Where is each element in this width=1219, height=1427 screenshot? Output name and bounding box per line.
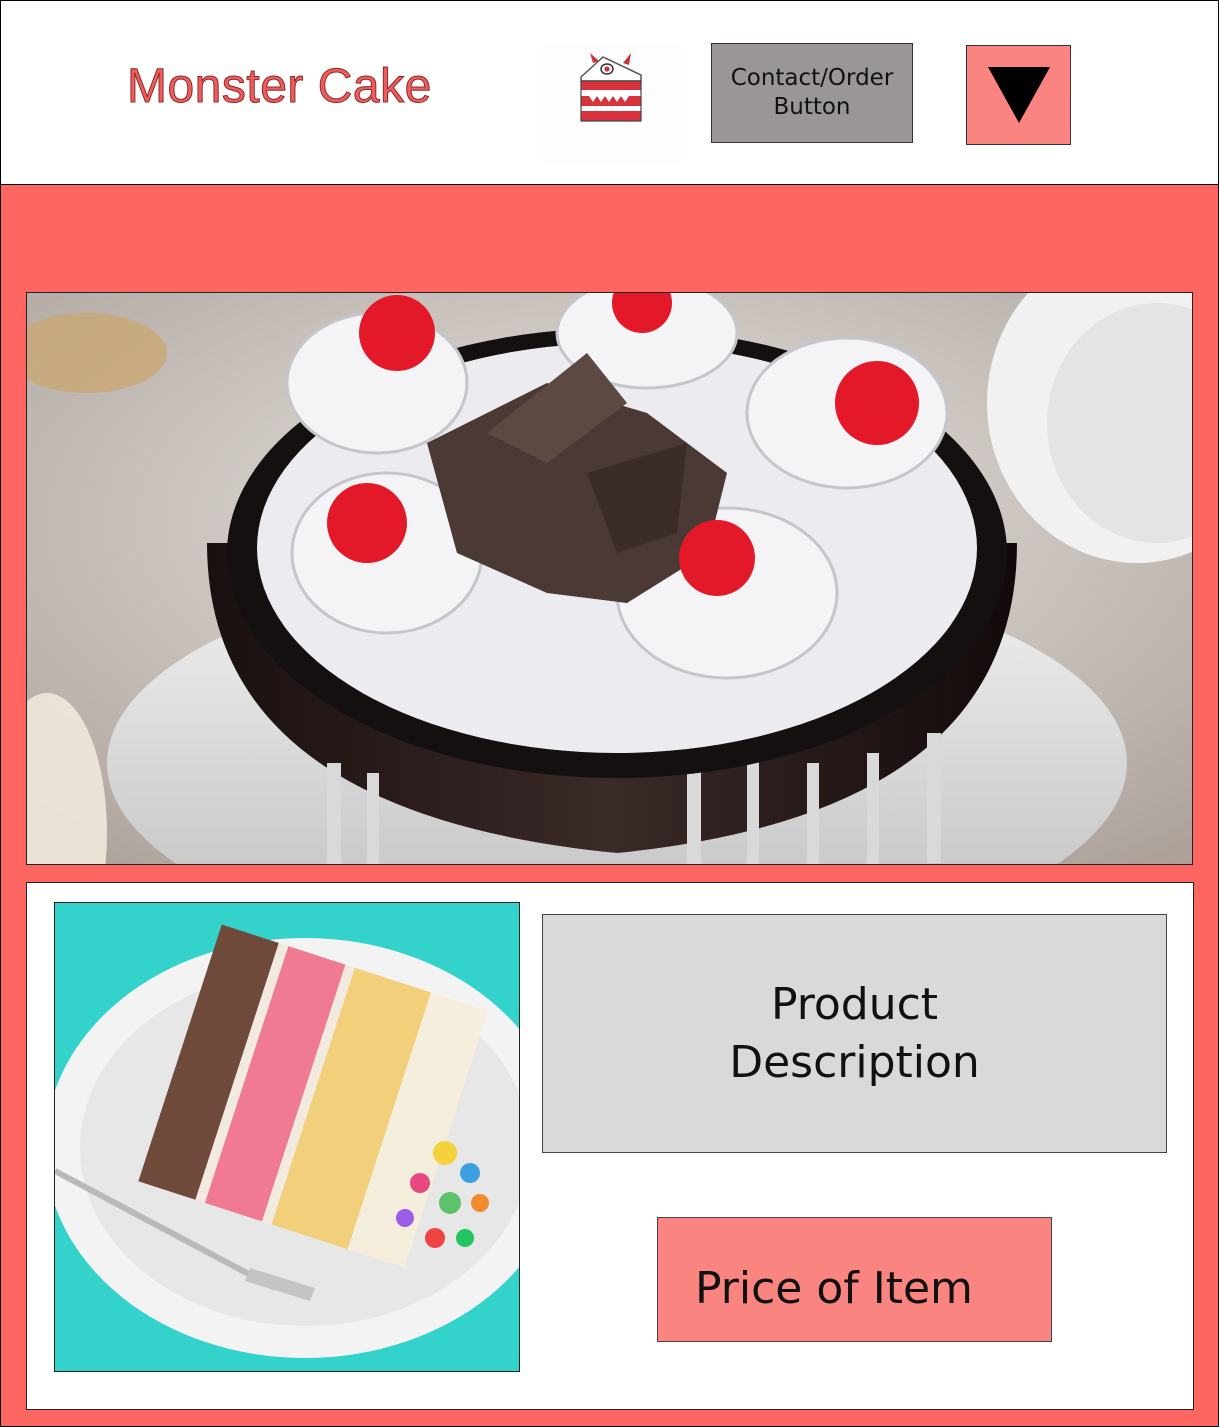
product-description-label: Product Description [729, 978, 980, 1088]
brand-title[interactable]: Monster Cake [127, 59, 432, 114]
hero-image [26, 292, 1193, 865]
main-content: Product Description Price of Item [1, 185, 1218, 1426]
black-forest-cake-photo [27, 293, 1192, 864]
triangle-down-icon [987, 67, 1050, 123]
contact-order-button-label: Contact/Order Button [730, 65, 894, 120]
product-image[interactable] [54, 902, 520, 1372]
dropdown-button[interactable] [966, 45, 1071, 145]
monster-cake-logo-icon [580, 53, 642, 122]
product-card: Product Description Price of Item [26, 882, 1194, 1410]
price-label: Price of Item [695, 1263, 973, 1314]
price-box: Price of Item [657, 1217, 1052, 1342]
contact-order-button[interactable]: Contact/Order Button [711, 43, 913, 143]
layered-cake-slice-photo [55, 903, 519, 1371]
logo[interactable] [543, 45, 681, 163]
site-header: Monster Cake Contact/Order Button [1, 1, 1218, 185]
product-description-box: Product Description [542, 914, 1167, 1153]
